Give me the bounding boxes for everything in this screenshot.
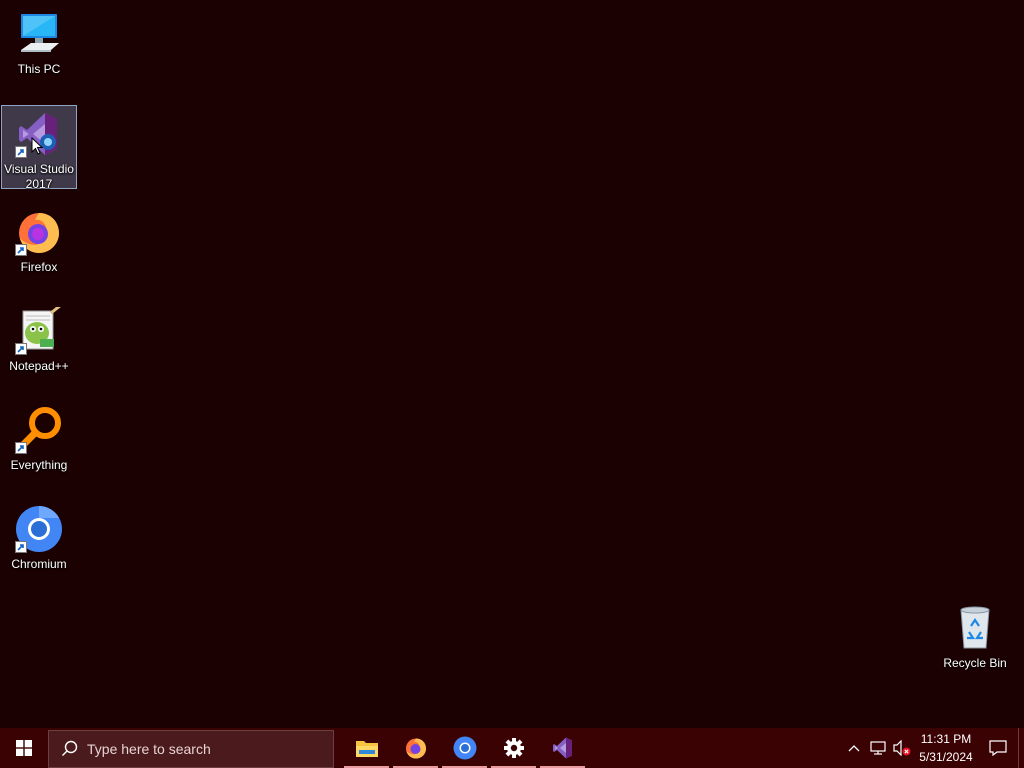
notepadpp-icon [15, 303, 63, 355]
taskbar-app-file-explorer[interactable] [342, 728, 391, 768]
everything-search-icon [15, 406, 63, 454]
shortcut-arrow-icon [15, 442, 27, 454]
visual-studio-icon [552, 737, 572, 759]
shortcut-arrow-icon [15, 541, 27, 553]
desktop-icon-label: Everything [10, 458, 68, 472]
desktop-icon-this-pc[interactable]: This PC [1, 6, 77, 90]
search-placeholder: Type here to search [87, 740, 211, 757]
desktop-icon-label: Firefox [20, 260, 58, 274]
desktop-icon-label: This PC [17, 62, 61, 76]
network-button[interactable] [866, 728, 890, 768]
system-tray: 11:31 PM 5/31/2024 [842, 728, 1024, 768]
desktop-icon-notepadpp[interactable]: Notepad++ [1, 303, 77, 387]
shortcut-arrow-icon [15, 244, 27, 256]
show-hidden-icons-button[interactable] [842, 728, 866, 768]
taskbar-app-chromium[interactable] [440, 728, 489, 768]
desktop-icon-recycle-bin[interactable]: Recycle Bin [937, 600, 1013, 684]
action-center-button[interactable] [978, 728, 1018, 768]
volume-muted-icon [893, 740, 911, 756]
desktop-icon-everything[interactable]: Everything [1, 402, 77, 486]
network-icon [870, 741, 886, 755]
taskbar-pinned-apps [342, 728, 587, 768]
chevron-up-icon [848, 745, 860, 752]
desktop-icon-label: Chromium [11, 557, 67, 571]
start-button[interactable] [0, 728, 48, 768]
gear-icon [503, 738, 524, 758]
mouse-cursor-icon [31, 136, 44, 160]
computer-icon [15, 10, 63, 58]
folder-icon [355, 741, 378, 757]
taskbar-search-box[interactable]: Type here to search [48, 729, 334, 768]
taskbar-app-visual-studio[interactable] [538, 728, 587, 768]
desktop-icon-label: Visual Studio 2017 [4, 162, 74, 191]
shortcut-arrow-icon [15, 343, 27, 355]
notification-icon [989, 740, 1007, 756]
taskbar-app-settings[interactable] [489, 728, 538, 768]
windows-logo-icon [16, 740, 32, 756]
shortcut-arrow-icon [15, 146, 27, 158]
desktop-icon-label: Recycle Bin [943, 656, 1007, 670]
taskbar-clock[interactable]: 11:31 PM 5/31/2024 [914, 730, 978, 766]
desktop-icon-label: Notepad++ [9, 359, 69, 373]
search-icon [62, 740, 78, 756]
volume-button[interactable] [890, 728, 914, 768]
recycle-bin-icon [951, 604, 999, 652]
firefox-icon [405, 738, 426, 759]
firefox-icon [15, 208, 63, 256]
taskbar-app-firefox[interactable] [391, 728, 440, 768]
show-desktop-button[interactable] [1018, 728, 1024, 768]
desktop-icon-firefox[interactable]: Firefox [1, 204, 77, 288]
clock-date: 5/31/2024 [919, 750, 973, 764]
chromium-icon [15, 505, 63, 553]
taskbar: Type here to search 11:31 PM 5/31/2024 [0, 728, 1024, 768]
desktop[interactable]: This PC Visual Studio 2017 Firefox Notep… [0, 0, 1024, 728]
chromium-icon [453, 736, 476, 760]
desktop-icon-chromium[interactable]: Chromium [1, 501, 77, 585]
clock-time: 11:31 PM [920, 732, 972, 746]
